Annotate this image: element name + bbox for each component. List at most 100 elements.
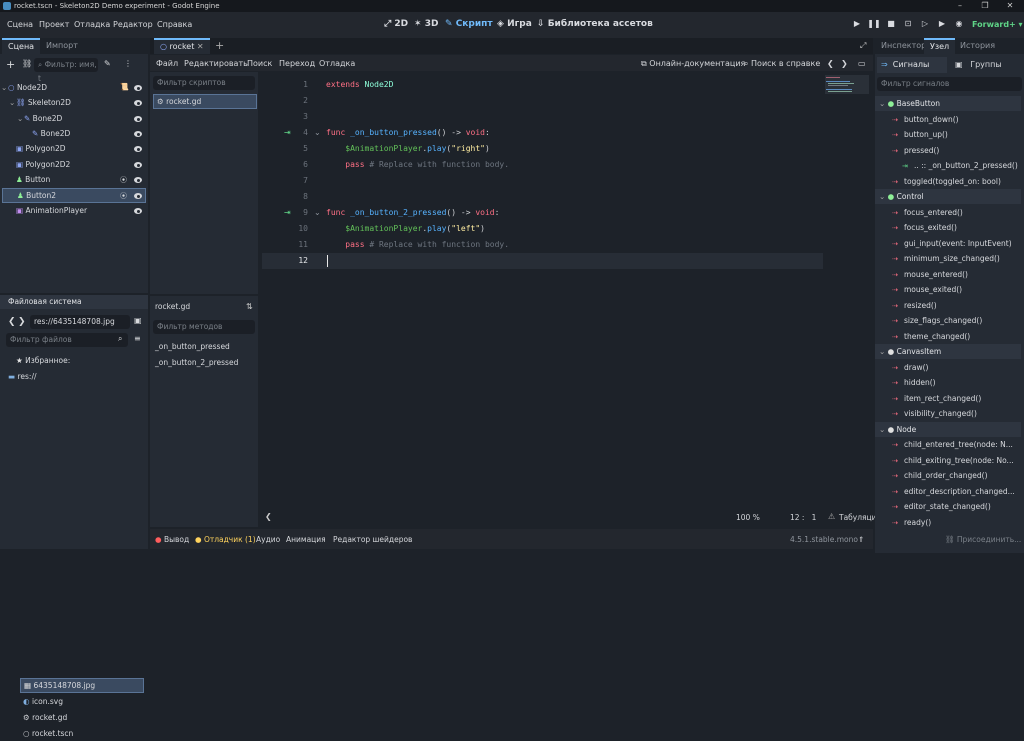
favorites-item[interactable]: ★ Избранное: (16, 353, 144, 368)
signals-button[interactable]: ⇒ Сигналы (877, 57, 947, 73)
toggle-scripts-panel-icon[interactable]: ▭ (858, 59, 866, 68)
tab-rocket-scene[interactable]: ○ rocket ✕ (154, 38, 210, 54)
signal-item[interactable]: ⇢ button_down() (878, 112, 1021, 127)
scripts-filter-input[interactable]: Фильтр скриптов (153, 76, 255, 90)
tab-debugger[interactable]: ● Отладчик (1) (195, 535, 256, 544)
signal-item[interactable]: ⇢ focus_exited() (878, 220, 1021, 235)
pause-icon[interactable]: ❚❚ (867, 19, 881, 31)
workspace-2d-button[interactable]: ⤢ 2D (384, 19, 408, 29)
renderer-selector[interactable]: Forward+ ▾ (972, 20, 1023, 29)
signal-item[interactable]: ⇢ toggled(toggled_on: bool) (878, 174, 1021, 189)
filesystem-path-input[interactable]: res://6435148708.jpg (30, 315, 130, 329)
chevron-down-icon[interactable]: ⌄ (1, 80, 7, 95)
scene-menu-icon[interactable]: ⋮ (124, 59, 132, 68)
distraction-free-icon[interactable]: ⤢ (860, 41, 866, 51)
fold-arrow-icon[interactable]: ⌄ (314, 208, 321, 217)
signal-item[interactable]: ⇢ editor_description_changed... (878, 484, 1021, 499)
signal-item[interactable]: ⇢ pressed() (878, 143, 1021, 158)
script-menu-goto[interactable]: Переход (279, 59, 315, 68)
signal-item[interactable]: ⇢ child_order_changed() (878, 468, 1021, 483)
signal-connected-icon[interactable]: ⦿ (120, 191, 127, 201)
signal-item[interactable]: ⇢ focus_entered() (878, 205, 1021, 220)
warning-icon[interactable]: ⚠ (828, 512, 835, 521)
menu-scene[interactable]: Сцена (7, 20, 33, 29)
chevron-down-icon[interactable]: ⌄ (879, 425, 888, 434)
signal-class-header[interactable]: ⌄ ● Node (875, 421, 1021, 437)
scene-filter-input[interactable]: ⌕ Фильтр: имя, t (34, 58, 98, 83)
visibility-eye-icon[interactable] (134, 131, 142, 137)
file-item[interactable]: ▦ 6435148708.jpg (20, 678, 144, 693)
signal-class-header[interactable]: ⌄ ● CanvasItem (875, 344, 1021, 359)
scene-tree-item[interactable]: ▣ AnimationPlayer (2, 203, 146, 218)
signal-item[interactable]: ⇢ editor_state_changed() (878, 499, 1021, 514)
split-mode-icon[interactable]: ▣ (134, 316, 142, 325)
signal-item[interactable]: ⇢ hidden() (878, 375, 1021, 390)
groups-button[interactable]: ▣ Группы (951, 57, 1021, 73)
visibility-eye-icon[interactable] (134, 193, 142, 199)
visibility-eye-icon[interactable] (134, 162, 142, 168)
tab-import[interactable]: Импорт (40, 38, 84, 54)
menu-help[interactable]: Справка (157, 20, 192, 29)
tab-scene[interactable]: Сцена (2, 38, 41, 54)
visibility-eye-icon[interactable] (134, 177, 142, 183)
scene-tree-item[interactable]: ✎ Bone2D (2, 126, 146, 141)
next-script-icon[interactable]: ❯ (841, 59, 848, 68)
close-icon[interactable]: ✕ (1000, 0, 1020, 12)
maximize-icon[interactable]: ❐ (975, 0, 995, 12)
res-root-item[interactable]: ▬ res:// (8, 369, 144, 384)
signal-filter-input[interactable]: Фильтр сигналов (877, 77, 1022, 91)
signal-item[interactable]: ⇢ theme_changed() (878, 329, 1021, 344)
zoom-label[interactable]: 100 % (736, 513, 760, 522)
scene-tree-item[interactable]: ▣ Polygon2D (2, 141, 146, 156)
connect-signal-button[interactable]: ⛓ Присоединить... (945, 535, 1021, 544)
signal-connection-item[interactable]: ⇥ .. :: _on_button_2_pressed() (878, 158, 1021, 173)
signal-item[interactable]: ⇢ mouse_exited() (878, 282, 1021, 297)
workspace-3d-button[interactable]: ✶ 3D (414, 19, 438, 29)
back-icon[interactable]: ❮ (8, 317, 16, 327)
connected-signal-gutter-icon[interactable]: ⇥ (284, 208, 291, 217)
signal-item[interactable]: ⇢ button_up() (878, 127, 1021, 142)
tab-shader-editor[interactable]: Редактор шейдеров (333, 535, 412, 544)
file-item[interactable]: ○ rocket.tscn (20, 726, 144, 741)
visibility-eye-icon[interactable] (134, 208, 142, 214)
tab-output[interactable]: ● Вывод (155, 535, 189, 544)
tab-audio[interactable]: Аудио (256, 535, 280, 544)
chevron-down-icon[interactable]: ⌄ (879, 99, 888, 108)
file-item[interactable]: ⚙ rocket.gd (20, 710, 144, 725)
chevron-down-icon[interactable]: ⌄ (879, 347, 888, 356)
methods-filter-input[interactable]: Фильтр методов (153, 320, 255, 334)
signal-item[interactable]: ⇢ ready() (878, 515, 1021, 530)
script-attached-icon[interactable]: 📜 (120, 83, 129, 91)
script-menu-edit[interactable]: Редактировать (184, 59, 248, 68)
script-menu-file[interactable]: Файл (156, 59, 178, 68)
scene-tree-item[interactable]: ⌄ ⛓ Skeleton2D (2, 95, 146, 110)
play-custom-icon[interactable]: ▶ (935, 19, 949, 31)
fold-arrow-icon[interactable]: ⌄ (314, 128, 321, 137)
code-minimap[interactable] (825, 75, 869, 95)
method-item[interactable]: _on_button_2_pressed (155, 355, 255, 370)
stop-icon[interactable]: ■ (884, 19, 898, 31)
minimize-icon[interactable]: – (950, 0, 970, 12)
scene-tree-item[interactable]: ⌄ ✎ Bone2D (2, 111, 146, 126)
close-tab-icon[interactable]: ✕ (197, 42, 204, 51)
expand-panel-icon[interactable]: ⇑ (858, 535, 864, 544)
add-tab-icon[interactable]: + (215, 39, 224, 52)
menu-project[interactable]: Проект (39, 20, 69, 29)
signal-connected-icon[interactable]: ⦿ (120, 175, 127, 185)
workspace-script-button[interactable]: ✎ Скрипт (445, 19, 493, 29)
signal-item[interactable]: ⇢ size_flags_changed() (878, 313, 1021, 328)
toggle-panel-icon[interactable]: ❮ (265, 512, 272, 521)
link-icon[interactable]: ⛓ (22, 59, 32, 68)
visibility-eye-icon[interactable] (134, 146, 142, 152)
script-menu-search[interactable]: Поиск (247, 59, 272, 68)
chevron-down-icon[interactable]: ⌄ (9, 95, 15, 110)
file-filter-input[interactable]: Фильтр файлов (6, 333, 128, 347)
visibility-eye-icon[interactable] (134, 100, 142, 106)
prev-script-icon[interactable]: ❮ (827, 59, 834, 68)
attach-script-icon[interactable]: ✎ (104, 59, 111, 68)
signal-class-header[interactable]: ⌄ ● BaseButton (875, 96, 1021, 111)
visibility-eye-icon[interactable] (134, 116, 142, 122)
method-item[interactable]: _on_button_pressed (155, 339, 255, 354)
workspace-game-button[interactable]: ◈ Игра (497, 19, 532, 29)
script-menu-debug[interactable]: Отладка (319, 59, 355, 68)
